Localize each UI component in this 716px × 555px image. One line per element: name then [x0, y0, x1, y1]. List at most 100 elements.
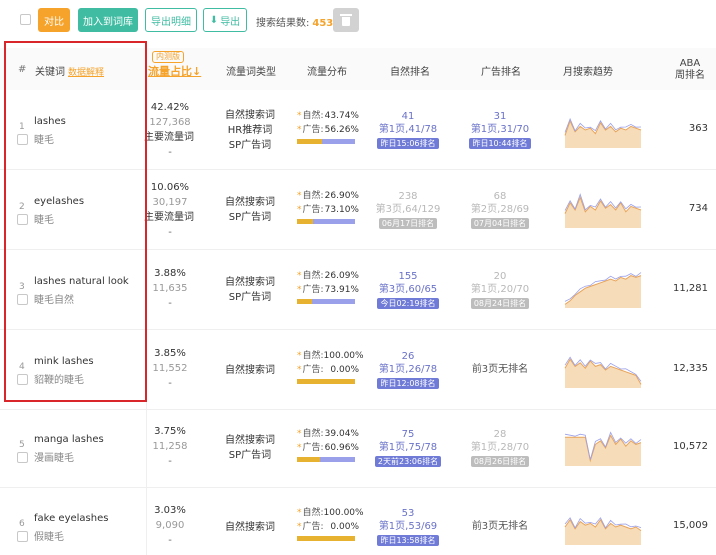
traffic-share: 3.85% 11,552 -	[148, 346, 192, 391]
search-volume: 30,197	[152, 197, 188, 208]
natural-rank-page: 第1页,75/78	[378, 442, 438, 453]
keyword-en[interactable]: manga lashes	[34, 434, 104, 445]
ad-rank-number[interactable]: 28	[466, 428, 534, 441]
share-dash: -	[168, 535, 172, 546]
row-index: 1	[19, 122, 25, 132]
column-divider	[146, 90, 147, 555]
ad-rank-page: 第2页,28/69	[470, 204, 530, 215]
row-index: 2	[19, 202, 25, 212]
monthly-trend-chart[interactable]	[563, 110, 643, 150]
delete-button[interactable]	[333, 8, 359, 32]
ad-label: 广告:	[297, 203, 324, 217]
result-count-value: 453	[312, 18, 334, 29]
export-detail-button[interactable]: 导出明细	[145, 8, 197, 32]
row-checkbox[interactable]	[17, 214, 28, 225]
ad-rank-number[interactable]: 31	[466, 110, 534, 123]
row-checkbox[interactable]	[17, 452, 28, 463]
keyword-types: 自然搜索词 SP广告词	[222, 275, 278, 305]
aba-rank: 10,572	[673, 441, 708, 452]
distribution-bar	[297, 379, 355, 384]
distribution-bar-natural	[297, 139, 323, 144]
compare-button[interactable]: 对比	[38, 8, 70, 32]
beta-badge: 内测版	[152, 51, 184, 63]
traffic-share: 3.75% 11,258 -	[148, 424, 192, 469]
result-label: 搜索结果数:	[256, 18, 310, 29]
search-volume: 127,368	[149, 117, 191, 128]
ad-percent: 73.10%	[324, 205, 359, 215]
keyword-en[interactable]: mink lashes	[34, 356, 94, 367]
natural-rank-number[interactable]: 53	[374, 507, 442, 520]
natural-rank-page: 第1页,53/69	[378, 521, 438, 532]
ad-rank: 前3页无排名	[466, 363, 534, 376]
monthly-trend-chart[interactable]	[563, 270, 643, 310]
row-checkbox[interactable]	[17, 294, 28, 305]
keyword-type: 自然搜索词	[225, 277, 275, 288]
natural-rank-number[interactable]: 41	[374, 110, 442, 123]
distribution-bar-natural	[297, 299, 313, 304]
search-volume: 11,258	[152, 441, 188, 452]
header-keyword-label: 关键词	[35, 67, 65, 78]
header-aba-rank: ABA 周排名	[675, 58, 705, 82]
natural-percent: 100.00%	[323, 351, 364, 361]
header-keyword: 关键词 数据解释	[35, 63, 104, 78]
row-checkbox[interactable]	[17, 531, 28, 542]
keyword-types: 自然搜索词	[222, 363, 278, 378]
keyword-type: 自然搜索词	[225, 435, 275, 446]
natural-rank-number[interactable]: 26	[374, 350, 442, 363]
header-index: #	[18, 64, 27, 75]
monthly-trend-chart[interactable]	[563, 190, 643, 230]
distribution-bar-natural	[297, 219, 313, 224]
natural-label: 自然:	[297, 349, 324, 363]
traffic-distribution: 自然:26.90%广告:73.10%	[297, 189, 359, 224]
distribution-bar	[297, 219, 355, 224]
natural-rank-page: 第1页,41/78	[378, 124, 438, 135]
ad-rank: 20 第1页,20/70 08月24日排名	[466, 270, 534, 310]
monthly-trend-chart[interactable]	[563, 507, 643, 547]
main-traffic-tag: 主要流量词	[144, 212, 194, 223]
natural-percent: 26.09%	[324, 271, 359, 281]
ad-rank: 前3页无排名	[466, 520, 534, 533]
keyword-cn: 假睫毛	[34, 532, 64, 543]
natural-rank: 75 第1页,75/78 2天前23:06排名	[374, 428, 442, 468]
natural-percent: 43.74%	[324, 111, 359, 121]
natural-rank: 26 第1页,26/78 昨日12:08排名	[374, 350, 442, 390]
natural-rank-number[interactable]: 75	[374, 428, 442, 441]
keyword-type: 自然搜索词	[225, 109, 275, 121]
natural-rank-number[interactable]: 155	[374, 270, 442, 283]
natural-rank-number[interactable]: 238	[374, 190, 442, 203]
keyword-en[interactable]: lashes	[34, 116, 66, 127]
header-ad-rank: 广告排名	[481, 67, 521, 78]
share-dash: -	[168, 456, 172, 467]
table-row: 4 mink lashes 貂鞭的睫毛 3.85% 11,552 - 自然搜索词 自然:100…	[0, 330, 716, 410]
select-all-checkbox[interactable]	[20, 14, 31, 25]
ad-rank-page: 第1页,28/70	[470, 442, 530, 453]
traffic-share: 10.06% 30,197 主要流量词 -	[144, 180, 194, 240]
keyword-type: HR推荐词	[227, 124, 273, 136]
ad-label: 广告:	[297, 123, 324, 137]
keyword-types: 自然搜索词 HR推荐词 SP广告词	[222, 108, 278, 153]
natural-rank-time-badge: 2天前23:06排名	[374, 456, 442, 467]
ad-percent: 0.00%	[330, 365, 359, 375]
ad-rank-number[interactable]: 20	[466, 270, 534, 283]
natural-label: 自然:	[297, 506, 324, 520]
monthly-trend-chart[interactable]	[563, 428, 643, 468]
keyword-en[interactable]: fake eyelashes	[34, 513, 108, 524]
add-to-lexicon-button[interactable]: 加入到词库	[78, 8, 138, 32]
data-explain-link[interactable]: 数据解释	[68, 68, 104, 78]
header-aba-line2: 周排名	[675, 70, 705, 81]
distribution-bar	[297, 299, 355, 304]
aba-rank: 15,009	[673, 520, 708, 531]
header-aba-line1: ABA	[679, 58, 701, 69]
header-traffic-share[interactable]: 流量占比↓	[148, 63, 201, 79]
row-checkbox[interactable]	[17, 134, 28, 145]
export-button[interactable]: ⬇ 导出	[203, 8, 247, 32]
monthly-trend-chart[interactable]	[563, 350, 643, 390]
ad-rank-number[interactable]: 68	[466, 190, 534, 203]
traffic-distribution: 自然:43.74%广告:56.26%	[297, 109, 359, 144]
keyword-types: 自然搜索词	[222, 520, 278, 535]
keyword-en[interactable]: eyelashes	[34, 196, 84, 207]
traffic-distribution: 自然:39.04%广告:60.96%	[297, 427, 359, 462]
keyword-en[interactable]: lashes natural look	[34, 276, 129, 287]
row-checkbox[interactable]	[17, 374, 28, 385]
ad-rank-time-badge: 昨日10:44排名	[469, 138, 531, 149]
